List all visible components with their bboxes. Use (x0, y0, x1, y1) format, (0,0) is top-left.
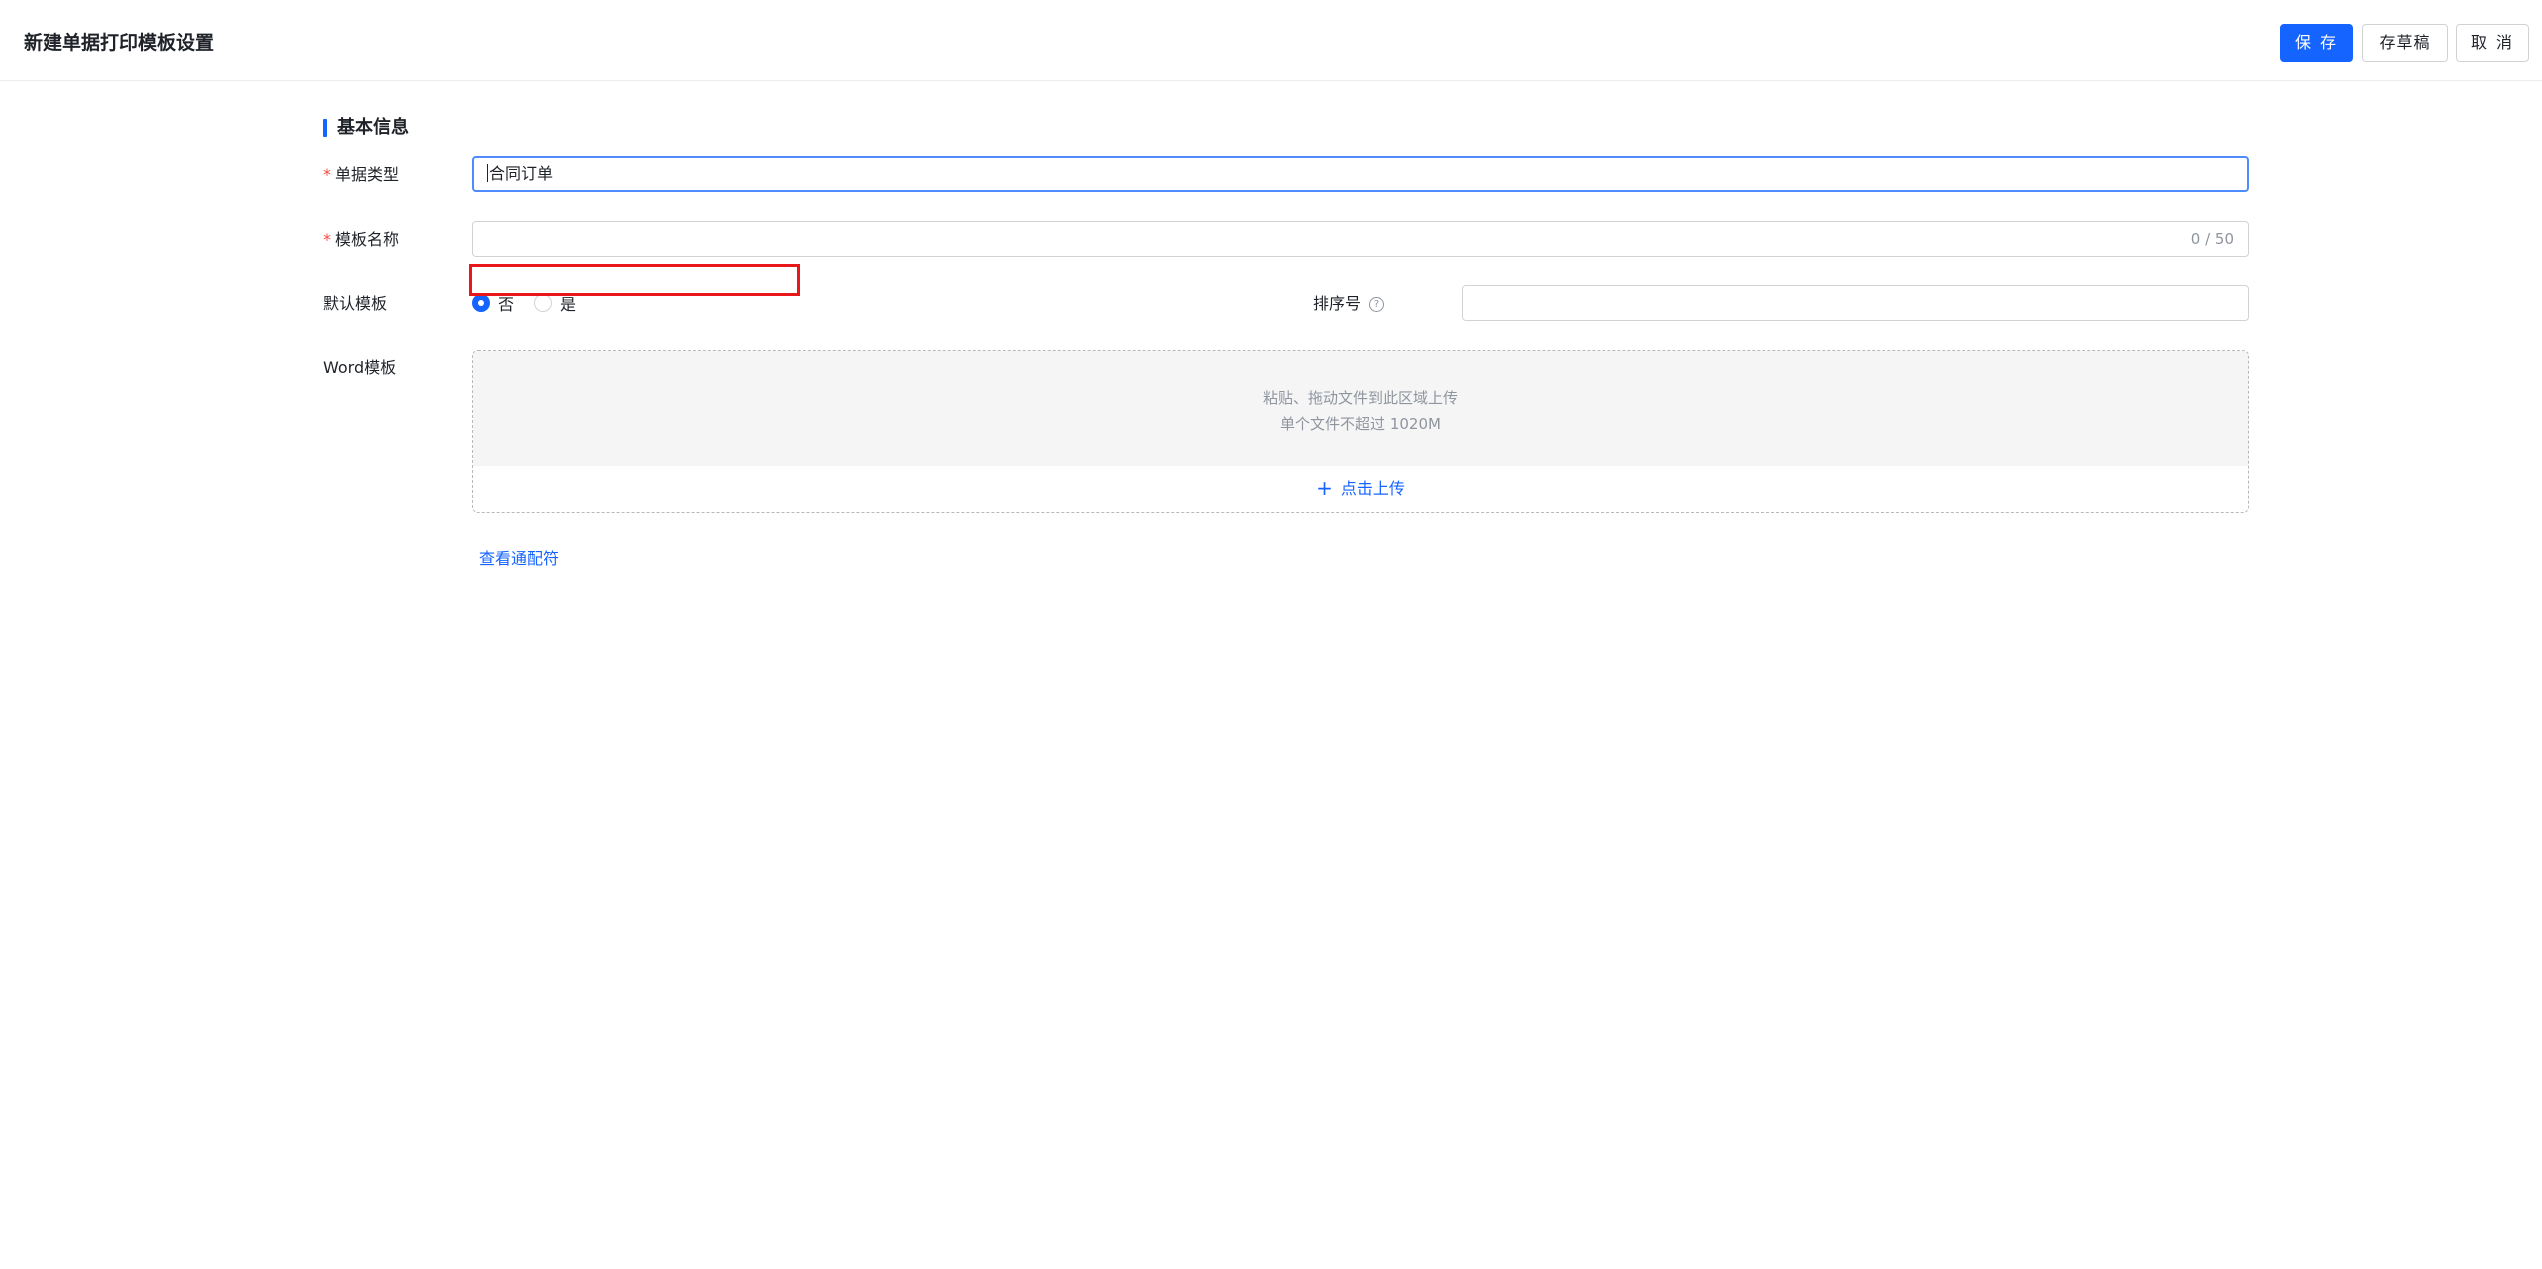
template-name-label: * 模板名称 (323, 229, 399, 251)
section-accent-bar (323, 119, 327, 137)
upload-hint-paste: 粘贴、拖动文件到此区域上传 (1262, 389, 1458, 407)
doc-type-label: * 单据类型 (323, 164, 399, 186)
question-circle-icon[interactable]: ? (1369, 296, 1385, 312)
doc-type-label-text: 单据类型 (335, 165, 400, 184)
upload-dropzone[interactable]: 粘贴、拖动文件到此区域上传 单个文件不超过 1020M + 点击上传 (472, 350, 2249, 513)
upload-hint-size: 单个文件不超过 1020M (1280, 415, 1441, 433)
click-upload-button[interactable]: + 点击上传 (473, 477, 2248, 500)
cancel-button[interactable]: 取 消 (2456, 24, 2529, 62)
required-mark: * (323, 230, 331, 249)
doc-type-input[interactable]: 合同订单 (472, 156, 2249, 192)
upload-drop-area[interactable]: 粘贴、拖动文件到此区域上传 单个文件不超过 1020M (473, 351, 2248, 466)
template-name-input[interactable]: 0 / 50 (472, 221, 2249, 257)
section-title: 基本信息 (337, 117, 409, 138)
template-name-label-text: 模板名称 (335, 230, 400, 249)
header: 新建单据打印模板设置 保 存 存草稿 取 消 (0, 0, 2542, 81)
sort-number-input[interactable] (1462, 285, 2249, 321)
word-template-label: Word模板 (323, 358, 397, 377)
plus-icon: + (1316, 476, 1333, 500)
doc-type-value: 合同订单 (489, 164, 554, 183)
sort-number-label: 排序号 ? (1313, 293, 1385, 315)
sort-number-label-text: 排序号 (1313, 294, 1362, 313)
page-title: 新建单据打印模板设置 (24, 32, 215, 54)
char-counter: 0 / 50 (2190, 230, 2234, 248)
required-mark: * (323, 165, 331, 184)
click-upload-label: 点击上传 (1340, 479, 1405, 498)
default-template-label: 默认模板 (323, 294, 388, 313)
radio-unchecked-icon (534, 294, 552, 312)
page: 新建单据打印模板设置 保 存 存草稿 取 消 基本信息 * 单据类型 合同订单 *… (0, 0, 2542, 1269)
radio-checked-icon (472, 294, 490, 312)
save-button[interactable]: 保 存 (2280, 24, 2353, 62)
highlight-box (469, 264, 800, 296)
text-caret (487, 164, 488, 182)
view-wildcards-link[interactable]: 查看通配符 (479, 548, 559, 570)
save-draft-button[interactable]: 存草稿 (2362, 24, 2448, 62)
